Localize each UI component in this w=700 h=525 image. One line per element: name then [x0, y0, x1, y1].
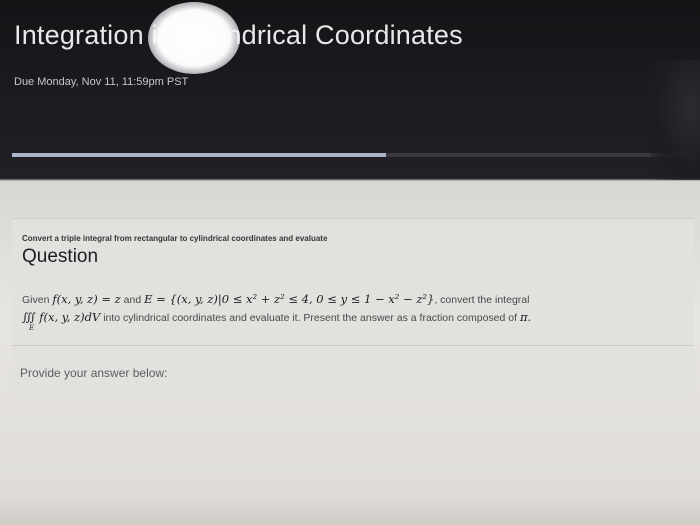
progress-bar — [12, 153, 692, 157]
instruction-text: into cylindrical coordinates and evaluat… — [100, 312, 518, 324]
pi-symbol: π. — [519, 310, 532, 324]
question-heading: Question — [22, 246, 99, 267]
screen-glare — [148, 2, 240, 74]
function-expression: f(x, y, z) = z — [52, 292, 121, 306]
integral-expression: ∭ f(x, y, z)dV — [22, 310, 101, 324]
divider — [12, 345, 694, 346]
convert-text: , convert the integral — [434, 294, 530, 306]
question-subtitle: Convert a triple integral from rectangul… — [22, 234, 328, 243]
assignment-header: Integration in Cylindrical Coordinates D… — [0, 0, 700, 178]
due-date: Due Monday, Nov 11, 11:59pm PST — [14, 76, 189, 88]
progress-fill — [12, 153, 386, 157]
region-expression: E = {(x, y, z)|0 ≤ x² + z² ≤ 4, 0 ≤ y ≤ … — [144, 292, 435, 306]
given-text: Given — [22, 294, 50, 306]
integral-subscript: E — [29, 324, 35, 332]
screen: Integration in Cylindrical Coordinates D… — [0, 0, 700, 525]
question-line-1: Given f(x, y, z) = z and E = {(x, y, z)|… — [22, 292, 529, 306]
answer-area[interactable] — [0, 500, 700, 525]
question-line-2: ∭ f(x, y, z)dV into cylindrical coordina… — [22, 310, 531, 324]
and-text: and — [123, 294, 142, 306]
answer-prompt: Provide your answer below: — [20, 366, 168, 380]
background-shadow — [650, 60, 700, 180]
